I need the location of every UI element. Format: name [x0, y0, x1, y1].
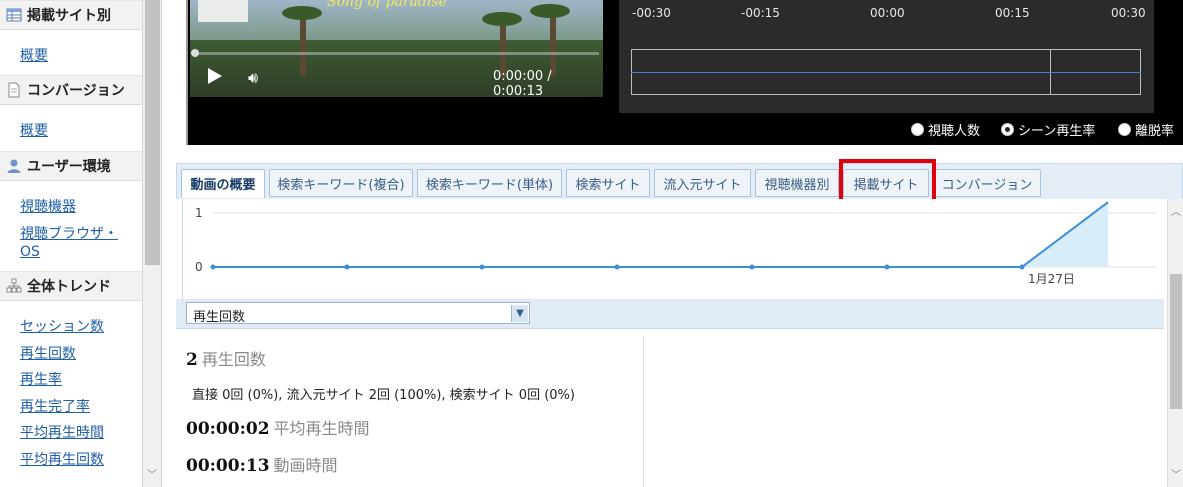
- tab-search-site[interactable]: 検索サイト: [566, 169, 650, 197]
- sidebar-link-plays[interactable]: 再生回数: [20, 345, 76, 363]
- stat-video-time-label: 動画時間: [273, 456, 338, 475]
- radio-viewers[interactable]: 視聴人数: [911, 120, 980, 139]
- stat-avg-time-label: 平均再生時間: [273, 419, 370, 438]
- chevron-up-icon[interactable]: ︿: [1171, 203, 1181, 218]
- stat-breakdown: 直接 0回 (0%), 流入元サイト 2回 (100%), 検索サイト 0回 (…: [192, 388, 575, 403]
- sidebar-section-title: コンバージョン: [27, 83, 125, 99]
- timeline-tick: 00:00: [870, 6, 905, 20]
- sidebar-section-trend: 全体トレンド: [0, 271, 142, 301]
- chart-svg: 0 1 1月27日: [195, 201, 1156, 286]
- sidebar-link-avg-plays[interactable]: 平均再生回数: [20, 451, 104, 469]
- radio-selected-icon[interactable]: [1001, 123, 1014, 136]
- stat-video-time-value: 00:00:13: [186, 456, 270, 476]
- sidebar-link-play-rate[interactable]: 再生率: [20, 371, 62, 389]
- radio-exit-rate[interactable]: 離脱率: [1118, 120, 1174, 139]
- video-progress-bar[interactable]: [194, 52, 599, 55]
- chart-point: [884, 264, 890, 270]
- stat-avg-time-value: 00:00:02: [186, 419, 270, 439]
- tab-video-overview[interactable]: 動画の概要: [181, 169, 265, 198]
- video-time: 0:00:00 / 0:00:13: [493, 69, 552, 97]
- chevron-down-icon[interactable]: ﹀: [1171, 466, 1181, 481]
- sidebar-link-sites-overview[interactable]: 概要: [20, 47, 48, 65]
- sitemap-icon: [6, 278, 22, 294]
- stat-video-time: 00:00:13 動画時間: [186, 452, 338, 476]
- play-icon[interactable]: [208, 68, 222, 84]
- video-frame-building: [198, 0, 248, 22]
- timeline-tick: 00:15: [995, 6, 1030, 20]
- metric-select[interactable]: 再生回数 ▼: [186, 302, 530, 325]
- tab-referrer-site[interactable]: 流入元サイト: [654, 169, 751, 197]
- radio-icon[interactable]: [911, 123, 924, 136]
- sidebar-link-completion-rate[interactable]: 再生完了率: [20, 398, 90, 416]
- video-progress-handle[interactable]: [191, 49, 199, 57]
- timeline-series-line: [631, 72, 1141, 73]
- chart-point: [344, 264, 350, 270]
- chart-point: [614, 264, 620, 270]
- chart-y-tick-label: 0: [195, 260, 203, 274]
- chart-point: [479, 264, 485, 270]
- sidebar-scrollbar[interactable]: ﹀: [143, 0, 162, 487]
- stat-plays: 2 再生回数: [186, 346, 266, 370]
- chart-x-label: 1月27日: [1028, 272, 1075, 286]
- radio-label: 視聴人数: [928, 124, 981, 139]
- sidebar-section-title: 掲載サイト別: [27, 8, 111, 24]
- video-title-overlay: Song of paradise: [327, 0, 447, 10]
- radio-icon[interactable]: [1118, 123, 1131, 136]
- chevron-down-icon[interactable]: ﹀: [147, 466, 157, 481]
- timeline-tick: 00:30: [1111, 6, 1146, 20]
- metric-select-value: 再生回数: [193, 310, 246, 325]
- tab-search-keyword-compound[interactable]: 検索キーワード(複合): [269, 169, 413, 197]
- video-frame-tree: [550, 14, 556, 76]
- sidebar-link-conversion-overview[interactable]: 概要: [20, 122, 48, 140]
- timeline-tick: -00:30: [632, 6, 671, 20]
- app-window: 掲載サイト別 概要 コンバージョン 概要 ユーザー環境 視聴機器 視聴ブラウザ・…: [0, 0, 1183, 487]
- sidebar-link-avg-play-time[interactable]: 平均再生時間: [20, 424, 104, 442]
- radio-scene-play-rate[interactable]: シーン再生率: [1001, 120, 1095, 139]
- document-icon: [6, 82, 22, 98]
- radio-label: シーン再生率: [1018, 124, 1096, 139]
- video-frame-tree: [300, 16, 306, 76]
- chart-series-line: [213, 201, 1109, 268]
- stat-plays-value: 2: [186, 350, 198, 370]
- chevron-down-icon[interactable]: ▼: [511, 305, 528, 322]
- tab-bar: 動画の概要 検索キーワード(複合) 検索キーワード(単体) 検索サイト 流入元サ…: [176, 163, 1183, 199]
- sidebar-section-conversion: コンバージョン: [0, 75, 142, 105]
- user-icon: [6, 158, 22, 174]
- tab-search-keyword-single[interactable]: 検索キーワード(単体): [417, 169, 562, 197]
- chart-y-tick-label: 1: [195, 206, 203, 220]
- sidebar-section-title: 全体トレンド: [27, 279, 111, 295]
- sidebar-link-devices[interactable]: 視聴機器: [20, 198, 76, 216]
- sidebar-section-user-env: ユーザー環境: [0, 151, 142, 181]
- video-frame-foliage: [482, 12, 522, 26]
- video-player[interactable]: Song of paradise 🔊︎ 0:00:00 / 0:00:13: [190, 0, 603, 97]
- content-scroll-thumb[interactable]: [1170, 274, 1182, 409]
- timeline-tick: -00:15: [741, 6, 780, 20]
- table-icon: [6, 7, 22, 23]
- plays-chart: 0 1 1月27日: [182, 199, 1163, 299]
- video-frame-foliage: [282, 6, 322, 20]
- stat-plays-label: 再生回数: [201, 350, 266, 369]
- scene-timeline-graph[interactable]: -00:30 -00:15 00:00 00:15 00:30: [619, 0, 1154, 113]
- tab-device[interactable]: 視聴機器別: [755, 169, 839, 197]
- sidebar-link-browser-os[interactable]: 視聴ブラウザ・OS: [20, 225, 132, 261]
- tab-conversion[interactable]: コンバージョン: [933, 169, 1041, 197]
- stats-panel: 2 再生回数 直接 0回 (0%), 流入元サイト 2回 (100%), 検索サイ…: [176, 336, 644, 487]
- stat-avg-time: 00:00:02 平均再生時間: [186, 415, 370, 439]
- volume-icon[interactable]: 🔊︎: [248, 68, 258, 88]
- sidebar-link-sessions[interactable]: セッション数: [20, 318, 104, 336]
- sidebar: 掲載サイト別 概要 コンバージョン 概要 ユーザー環境 視聴機器 視聴ブラウザ・…: [0, 0, 143, 487]
- content-scrollbar[interactable]: ︿ ﹀: [1167, 199, 1183, 487]
- sidebar-section-title: ユーザー環境: [27, 159, 111, 175]
- chart-area-fill: [213, 202, 1108, 267]
- sidebar-section-sites: 掲載サイト別: [0, 0, 142, 30]
- chart-point: [749, 264, 755, 270]
- metric-select-row: 再生回数 ▼: [176, 299, 1164, 329]
- radio-label: 離脱率: [1135, 124, 1175, 139]
- chart-point: [1019, 264, 1025, 270]
- video-frame-foliage: [530, 4, 570, 18]
- chart-point: [210, 264, 216, 270]
- sidebar-scroll-thumb[interactable]: [145, 0, 160, 265]
